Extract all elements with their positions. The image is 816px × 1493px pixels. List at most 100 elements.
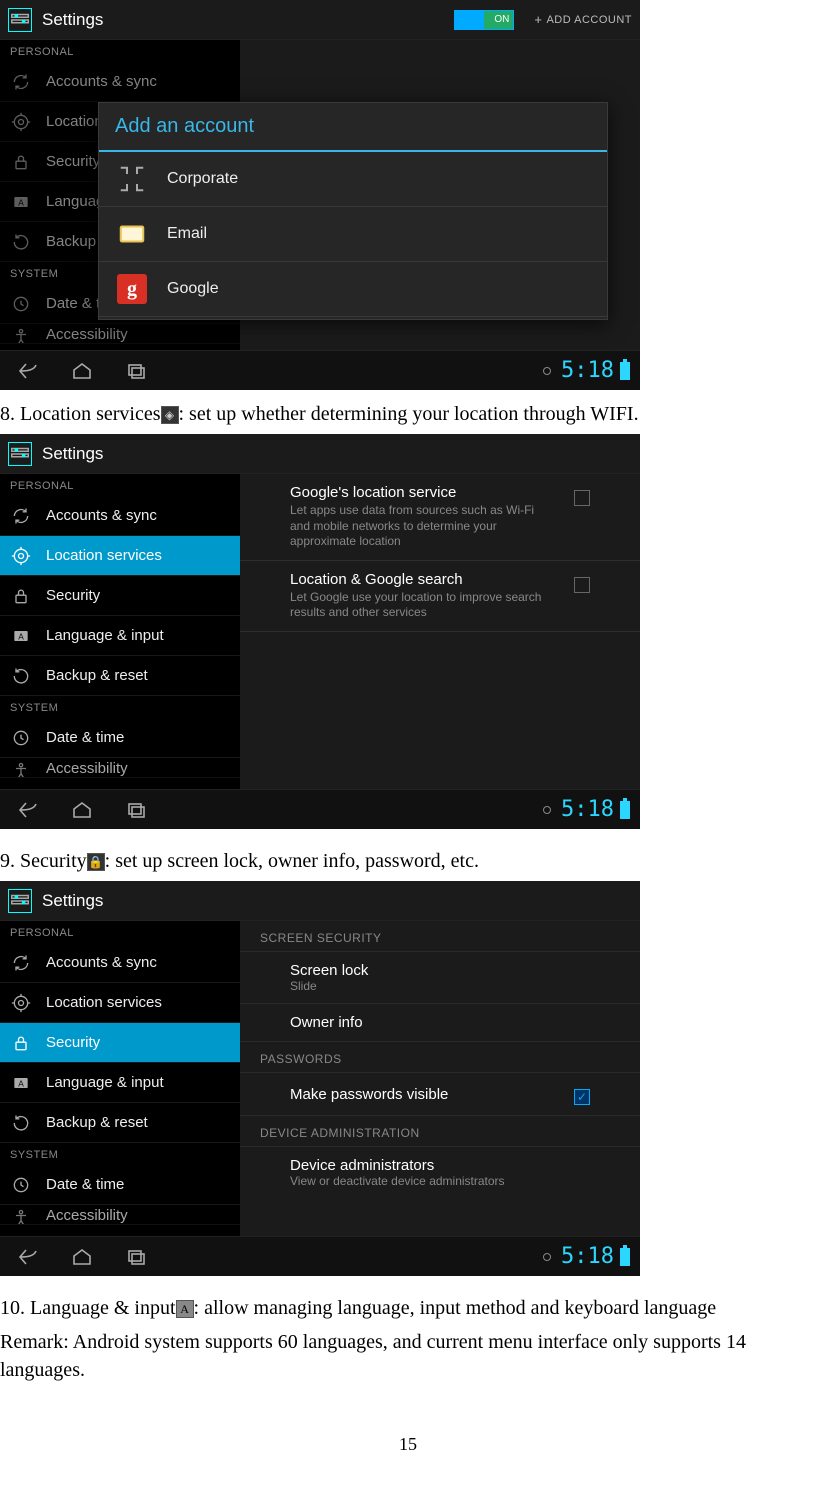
accessibility-icon	[10, 326, 32, 344]
row-owner-info[interactable]: Owner info	[240, 1004, 640, 1042]
add-account-button[interactable]: + ADD ACCOUNT	[534, 12, 632, 27]
checkbox-passwords-visible[interactable]	[574, 1089, 590, 1105]
dialog-title: Add an account	[99, 103, 607, 152]
screenshot-add-account: Settings ON + ADD ACCOUNT PERSONAL Accou…	[0, 0, 640, 390]
lock-icon	[10, 151, 32, 173]
sidebar-item-backup[interactable]: Backup & reset	[0, 1103, 240, 1143]
doc-remark: Remark: Android system supports 60 langu…	[0, 1328, 816, 1384]
category-screen-security: SCREEN SECURITY	[240, 921, 640, 952]
lock-icon-inline: 🔒	[87, 853, 105, 871]
sidebar-item-language[interactable]: A Language & input	[0, 616, 240, 656]
keyboard-icon: A	[10, 191, 32, 213]
topbar-title: Settings	[42, 444, 632, 464]
clock-icon	[10, 1174, 32, 1196]
row-make-passwords-visible[interactable]: Make passwords visible	[240, 1073, 640, 1116]
topbar-title: Settings	[42, 10, 454, 30]
back-button[interactable]	[6, 357, 50, 385]
email-icon	[117, 219, 147, 249]
backup-icon	[10, 231, 32, 253]
settings-app-icon	[8, 8, 32, 32]
settings-app-icon	[8, 889, 32, 913]
clock-icon	[10, 727, 32, 749]
category-passwords: PASSWORDS	[240, 1042, 640, 1073]
page-number: 15	[0, 1434, 816, 1455]
clock-icon	[10, 293, 32, 315]
content-security: SCREEN SECURITY Screen lock Slide Owner …	[240, 921, 640, 1236]
option-google-location[interactable]: Google's location service Let apps use d…	[240, 474, 640, 561]
svg-text:A: A	[18, 1078, 24, 1088]
keyboard-icon: A	[10, 625, 32, 647]
option-location-search[interactable]: Location & Google search Let Google use …	[240, 561, 640, 632]
notification-dot[interactable]	[543, 367, 551, 375]
navbar: 5:18	[0, 789, 640, 829]
sidebar-item-accessibility[interactable]: Accessibility	[0, 1205, 240, 1225]
sidebar-item-accounts[interactable]: Accounts & sync	[0, 62, 240, 102]
back-button[interactable]	[6, 1243, 50, 1271]
checkbox-google-location[interactable]	[574, 490, 590, 506]
section-system: SYSTEM	[0, 696, 240, 718]
content-location: Google's location service Let apps use d…	[240, 474, 640, 789]
section-system: SYSTEM	[0, 1143, 240, 1165]
sidebar-item-language[interactable]: A Language & input	[0, 1063, 240, 1103]
doc-line-9: 9. Security🔒: set up screen lock, owner …	[0, 847, 816, 875]
sidebar-item-security[interactable]: Security	[0, 1023, 240, 1063]
recent-button[interactable]	[114, 1243, 158, 1271]
sync-toggle[interactable]: ON	[454, 10, 514, 30]
topbar: Settings ON + ADD ACCOUNT	[0, 0, 640, 40]
lock-icon	[10, 585, 32, 607]
row-device-administrators[interactable]: Device administrators View or deactivate…	[240, 1147, 640, 1198]
row-screen-lock[interactable]: Screen lock Slide	[240, 952, 640, 1004]
location-icon	[10, 545, 32, 567]
status-clock: 5:18	[561, 358, 614, 383]
home-button[interactable]	[60, 1243, 104, 1271]
navbar: 5:18	[0, 350, 640, 390]
doc-line-8: 8. Location services◈: set up whether de…	[0, 400, 816, 428]
navbar: 5:18	[0, 1236, 640, 1276]
sidebar-item-datetime[interactable]: Date & time	[0, 718, 240, 758]
sidebar-item-datetime[interactable]: Date & time	[0, 1165, 240, 1205]
accessibility-icon	[10, 1207, 32, 1225]
dialog-item-corporate[interactable]: Corporate	[99, 152, 607, 207]
location-icon-inline: ◈	[161, 406, 179, 424]
battery-icon	[620, 1248, 630, 1266]
checkbox-location-search[interactable]	[574, 577, 590, 593]
home-button[interactable]	[60, 796, 104, 824]
topbar: Settings	[0, 881, 640, 921]
status-clock: 5:18	[561, 1244, 614, 1269]
sync-icon	[10, 952, 32, 974]
sidebar-item-accessibility[interactable]: Accessibility	[0, 758, 240, 778]
battery-icon	[620, 801, 630, 819]
sidebar-item-location[interactable]: Location services	[0, 983, 240, 1023]
backup-icon	[10, 665, 32, 687]
sidebar: PERSONAL Accounts & sync Location servic…	[0, 474, 240, 789]
section-personal: PERSONAL	[0, 921, 240, 943]
sidebar-item-backup[interactable]: Backup & reset	[0, 656, 240, 696]
sidebar-item-accounts[interactable]: Accounts & sync	[0, 496, 240, 536]
sidebar-item-location[interactable]: Location services	[0, 536, 240, 576]
backup-icon	[10, 1112, 32, 1134]
sync-icon	[10, 71, 32, 93]
home-button[interactable]	[60, 357, 104, 385]
screenshot-location-services: Settings PERSONAL Accounts & sync Locati…	[0, 434, 640, 829]
location-icon	[10, 111, 32, 133]
sidebar-item-accessibility[interactable]: Accessibility	[0, 324, 240, 344]
dialog-item-email[interactable]: Email	[99, 207, 607, 262]
battery-icon	[620, 362, 630, 380]
topbar-title: Settings	[42, 891, 632, 911]
section-personal: PERSONAL	[0, 40, 240, 62]
sync-icon	[10, 505, 32, 527]
notification-dot[interactable]	[543, 806, 551, 814]
recent-button[interactable]	[114, 796, 158, 824]
sidebar-item-accounts[interactable]: Accounts & sync	[0, 943, 240, 983]
status-clock: 5:18	[561, 797, 614, 822]
sidebar-item-security[interactable]: Security	[0, 576, 240, 616]
back-button[interactable]	[6, 796, 50, 824]
screenshot-security: Settings PERSONAL Accounts & sync Locati…	[0, 881, 640, 1276]
settings-app-icon	[8, 442, 32, 466]
notification-dot[interactable]	[543, 1253, 551, 1261]
google-icon: g	[117, 274, 147, 304]
section-personal: PERSONAL	[0, 474, 240, 496]
dialog-item-google[interactable]: g Google	[99, 262, 607, 317]
accessibility-icon	[10, 760, 32, 778]
recent-button[interactable]	[114, 357, 158, 385]
